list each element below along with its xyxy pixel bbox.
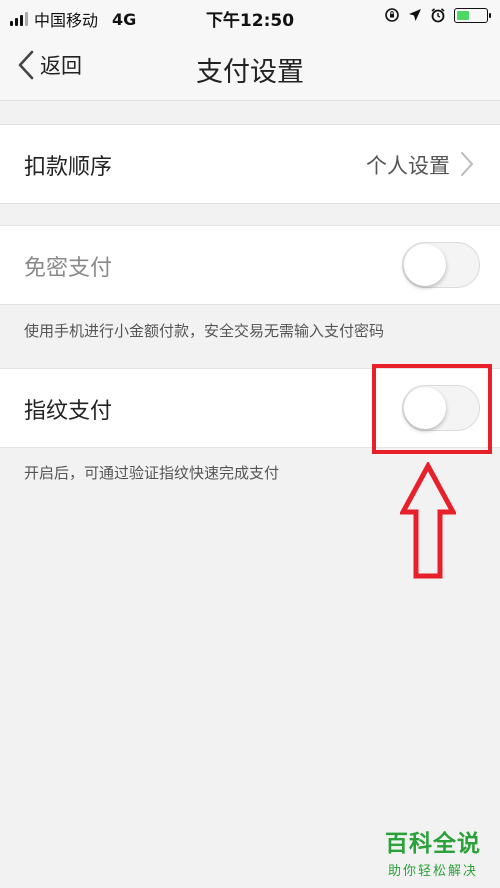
nav-bar: 返回 支付设置 bbox=[0, 34, 500, 101]
password-free-label: 免密支付 bbox=[24, 256, 113, 281]
password-free-toggle[interactable] bbox=[402, 242, 480, 288]
chevron-right-icon bbox=[461, 152, 474, 176]
toggle-knob bbox=[404, 244, 446, 286]
password-free-hint: 使用手机进行小金额付款，安全交易无需输入支付密码 bbox=[24, 322, 385, 340]
watermark-logo: 百科全说 助你轻松解决 bbox=[374, 824, 492, 884]
battery-icon bbox=[454, 7, 491, 23]
battery-level-fill bbox=[457, 10, 469, 20]
deduction-order-label: 扣款顺序 bbox=[24, 155, 113, 180]
arrow-up-icon bbox=[400, 462, 456, 579]
password-free-row: 免密支付 bbox=[0, 225, 500, 305]
location-icon bbox=[409, 9, 421, 21]
fingerprint-label: 指纹支付 bbox=[24, 399, 113, 424]
fingerprint-hint: 开启后，可通过验证指纹快速完成支付 bbox=[24, 464, 280, 482]
deduction-order-value: 个人设置 bbox=[366, 154, 450, 178]
status-right bbox=[384, 7, 491, 23]
highlight-box bbox=[372, 364, 492, 454]
page-title: 支付设置 bbox=[196, 57, 304, 88]
orientation-lock-icon bbox=[385, 8, 399, 22]
watermark-subtitle: 助你轻松解决 bbox=[387, 864, 478, 879]
deduction-order-row[interactable]: 扣款顺序 个人设置 bbox=[0, 124, 500, 204]
watermark-title: 百科全说 bbox=[385, 831, 481, 857]
alarm-icon bbox=[431, 8, 445, 23]
status-bar: 中国移动 4G 下午12:50 bbox=[0, 0, 500, 34]
